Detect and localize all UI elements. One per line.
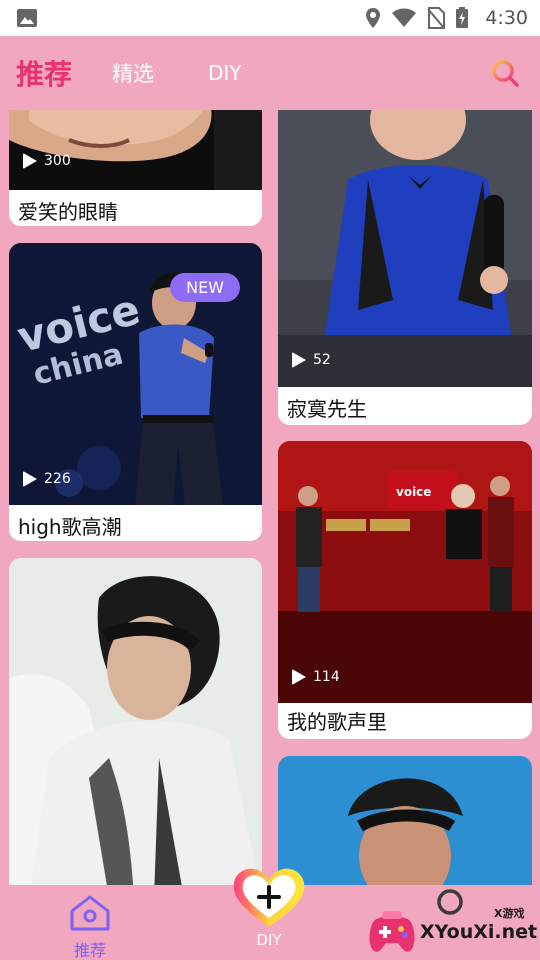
tab-featured[interactable]: 精选 bbox=[112, 36, 154, 110]
song-title: 我的歌声里 bbox=[287, 710, 387, 734]
status-bar: 4:30 bbox=[0, 0, 540, 36]
play-count: 226 bbox=[23, 471, 71, 487]
gamepad-logo-icon bbox=[369, 911, 415, 952]
top-nav: 推荐 精选 DIY bbox=[0, 36, 540, 110]
song-card[interactable]: 300 爱笑的眼睛 bbox=[9, 110, 262, 226]
play-icon bbox=[292, 669, 306, 685]
song-card[interactable]: voice china NEW 226 high歌高潮 bbox=[9, 243, 262, 541]
location-icon bbox=[366, 8, 381, 28]
song-cover bbox=[9, 558, 262, 885]
play-icon bbox=[23, 471, 37, 487]
play-count: 52 bbox=[292, 352, 331, 368]
song-card[interactable]: 52 寂寞先生 bbox=[278, 110, 532, 425]
heart-plus-icon bbox=[233, 868, 305, 927]
watermark-text: XYouXi.net bbox=[420, 921, 538, 943]
no-sim-icon bbox=[427, 7, 446, 29]
song-cover: voice bbox=[278, 441, 532, 703]
song-title: high歌高潮 bbox=[18, 515, 122, 539]
song-card[interactable] bbox=[9, 558, 262, 885]
feed[interactable]: 300 爱笑的眼睛 52 寂寞先生 voice china NEW 226 hi… bbox=[0, 110, 540, 885]
gallery-icon bbox=[17, 9, 37, 27]
song-card[interactable] bbox=[278, 756, 532, 885]
nav-diy-label: DIY bbox=[256, 931, 282, 949]
nav-home[interactable]: 推荐 bbox=[64, 893, 116, 960]
song-title: 寂寞先生 bbox=[287, 397, 367, 421]
play-icon bbox=[23, 153, 37, 169]
new-badge: NEW bbox=[170, 273, 240, 302]
watermark-small: X游戏 bbox=[494, 907, 525, 920]
search-icon[interactable] bbox=[490, 58, 520, 88]
battery-icon bbox=[456, 7, 469, 28]
home-icon bbox=[70, 895, 110, 931]
song-cover bbox=[278, 110, 532, 387]
play-count: 114 bbox=[292, 669, 340, 685]
song-cover bbox=[9, 110, 262, 190]
play-count: 300 bbox=[23, 153, 71, 169]
clock: 4:30 bbox=[485, 7, 528, 29]
tab-recommend[interactable]: 推荐 bbox=[16, 36, 72, 110]
tab-diy[interactable]: DIY bbox=[208, 36, 242, 110]
nav-diy[interactable]: DIY bbox=[230, 865, 308, 955]
song-cover bbox=[278, 756, 532, 885]
svg-text:voice: voice bbox=[396, 485, 431, 499]
wifi-icon bbox=[392, 8, 417, 27]
watermark: X游戏 XYouXi.net bbox=[368, 905, 538, 957]
bottom-nav: 推荐 DIY X游戏 XYouXi.net bbox=[0, 868, 540, 960]
nav-home-label: 推荐 bbox=[73, 941, 106, 960]
song-title: 爱笑的眼睛 bbox=[18, 200, 118, 224]
play-icon bbox=[292, 352, 306, 368]
song-card[interactable]: voice 114 我的歌声里 bbox=[278, 441, 532, 739]
